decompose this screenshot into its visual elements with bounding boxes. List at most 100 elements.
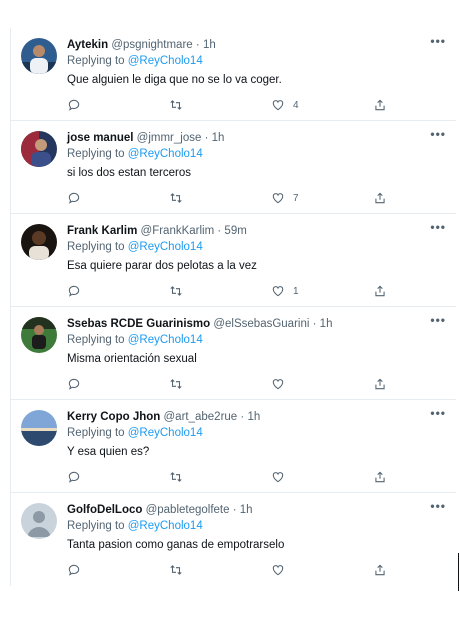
like-button[interactable]: 1 xyxy=(271,284,299,298)
retweet-icon xyxy=(170,565,182,575)
separator-dot: · xyxy=(195,39,200,51)
avatar[interactable] xyxy=(21,131,57,167)
reply-button[interactable] xyxy=(67,470,81,484)
user-handle[interactable]: @psgnightmare xyxy=(111,39,192,51)
tweet-actions: 4 xyxy=(67,98,397,112)
share-button[interactable] xyxy=(373,563,387,577)
heart-icon xyxy=(272,565,284,576)
more-options-button[interactable]: ••• xyxy=(430,220,446,234)
reply-tweet[interactable]: Ssebas RCDE Guarinismo @elSsebasGuarini … xyxy=(11,307,456,400)
avatar[interactable] xyxy=(21,38,57,74)
mention-link[interactable]: @ReyCholo14 xyxy=(128,427,203,439)
edge-divider xyxy=(458,553,459,591)
like-button[interactable] xyxy=(271,563,293,577)
like-button[interactable] xyxy=(271,377,293,391)
retweet-button[interactable] xyxy=(169,284,183,298)
like-button[interactable]: 7 xyxy=(271,191,299,205)
timestamp[interactable]: 59m xyxy=(224,225,246,237)
reply-tweet[interactable]: Kerry Copo Jhon @art_abe2rue · 1h Replyi… xyxy=(11,400,456,493)
replying-prefix: Replying to xyxy=(67,241,125,253)
replies-feed: Aytekin @psgnightmare · 1h Replying to @… xyxy=(10,28,456,586)
timestamp[interactable]: 1h xyxy=(247,411,260,423)
share-button[interactable] xyxy=(373,284,387,298)
reply-tweet[interactable]: GolfoDelLoco @pabletegolfete · 1h Replyi… xyxy=(11,493,456,586)
retweet-button[interactable] xyxy=(169,191,183,205)
replying-prefix: Replying to xyxy=(67,148,125,160)
separator-dot: · xyxy=(204,132,209,144)
display-name[interactable]: Aytekin xyxy=(67,39,108,51)
more-options-button[interactable]: ••• xyxy=(430,127,446,141)
tweet-actions xyxy=(67,377,397,391)
share-button[interactable] xyxy=(373,98,387,112)
default-avatar-icon xyxy=(21,503,57,539)
reply-tweet[interactable]: Frank Karlim @FrankKarlim · 59m Replying… xyxy=(11,214,456,307)
mention-link[interactable]: @ReyCholo14 xyxy=(128,55,203,67)
user-handle[interactable]: @FrankKarlim xyxy=(141,225,215,237)
like-button[interactable] xyxy=(271,470,293,484)
reply-button[interactable] xyxy=(67,563,81,577)
retweet-icon xyxy=(170,286,182,296)
share-button[interactable] xyxy=(373,377,387,391)
more-options-button[interactable]: ••• xyxy=(430,406,446,420)
more-options-button[interactable]: ••• xyxy=(430,34,446,48)
share-button[interactable] xyxy=(373,470,387,484)
reply-icon xyxy=(68,378,80,390)
separator-dot: · xyxy=(240,411,245,423)
heart-icon xyxy=(272,379,284,390)
separator-dot: · xyxy=(217,225,222,237)
reply-icon xyxy=(68,192,80,204)
mention-link[interactable]: @ReyCholo14 xyxy=(128,334,203,346)
heart-icon xyxy=(272,100,284,111)
retweet-icon xyxy=(170,193,182,203)
timestamp[interactable]: 1h xyxy=(240,504,253,516)
avatar[interactable] xyxy=(21,224,57,260)
mention-link[interactable]: @ReyCholo14 xyxy=(128,241,203,253)
like-count: 7 xyxy=(293,192,299,204)
user-handle[interactable]: @pabletegolfete xyxy=(146,504,230,516)
display-name[interactable]: Frank Karlim xyxy=(67,225,137,237)
tweet-actions: 1 xyxy=(67,284,397,298)
avatar[interactable] xyxy=(21,410,57,446)
tweet-text: si los dos estan terceros xyxy=(67,167,192,179)
mention-link[interactable]: @ReyCholo14 xyxy=(128,148,203,160)
reply-button[interactable] xyxy=(67,98,81,112)
separator-dot: · xyxy=(312,318,317,330)
avatar[interactable] xyxy=(21,317,57,353)
replying-to: Replying to @ReyCholo14 xyxy=(67,426,446,440)
display-name[interactable]: jose manuel xyxy=(67,132,133,144)
heart-icon xyxy=(272,286,284,297)
display-name[interactable]: Ssebas RCDE Guarinismo xyxy=(67,318,210,330)
avatar[interactable] xyxy=(21,503,57,539)
reply-button[interactable] xyxy=(67,191,81,205)
reply-button[interactable] xyxy=(67,377,81,391)
reply-icon xyxy=(68,471,80,483)
user-handle[interactable]: @art_abe2rue xyxy=(164,411,238,423)
reply-button[interactable] xyxy=(67,284,81,298)
reply-icon xyxy=(68,99,80,111)
retweet-button[interactable] xyxy=(169,98,183,112)
retweet-button[interactable] xyxy=(169,377,183,391)
reply-tweet[interactable]: Aytekin @psgnightmare · 1h Replying to @… xyxy=(11,28,456,121)
retweet-button[interactable] xyxy=(169,470,183,484)
like-count: 1 xyxy=(293,285,299,297)
mention-link[interactable]: @ReyCholo14 xyxy=(128,520,203,532)
share-icon xyxy=(375,99,385,111)
replying-to: Replying to @ReyCholo14 xyxy=(67,519,446,533)
more-options-button[interactable]: ••• xyxy=(430,499,446,513)
tweet-actions xyxy=(67,563,397,577)
timestamp[interactable]: 1h xyxy=(212,132,225,144)
retweet-button[interactable] xyxy=(169,563,183,577)
tweet-text: Tanta pasion como ganas de empotrarselo xyxy=(67,539,285,551)
share-icon xyxy=(375,378,385,390)
like-button[interactable]: 4 xyxy=(271,98,299,112)
user-handle[interactable]: @elSsebasGuarini xyxy=(213,318,309,330)
tweet-actions: 7 xyxy=(67,191,397,205)
more-options-button[interactable]: ••• xyxy=(430,313,446,327)
timestamp[interactable]: 1h xyxy=(320,318,333,330)
timestamp[interactable]: 1h xyxy=(203,39,216,51)
user-handle[interactable]: @jmmr_jose xyxy=(137,132,202,144)
display-name[interactable]: Kerry Copo Jhon xyxy=(67,411,160,423)
share-button[interactable] xyxy=(373,191,387,205)
display-name[interactable]: GolfoDelLoco xyxy=(67,504,142,516)
reply-tweet[interactable]: jose manuel @jmmr_jose · 1h Replying to … xyxy=(11,121,456,214)
